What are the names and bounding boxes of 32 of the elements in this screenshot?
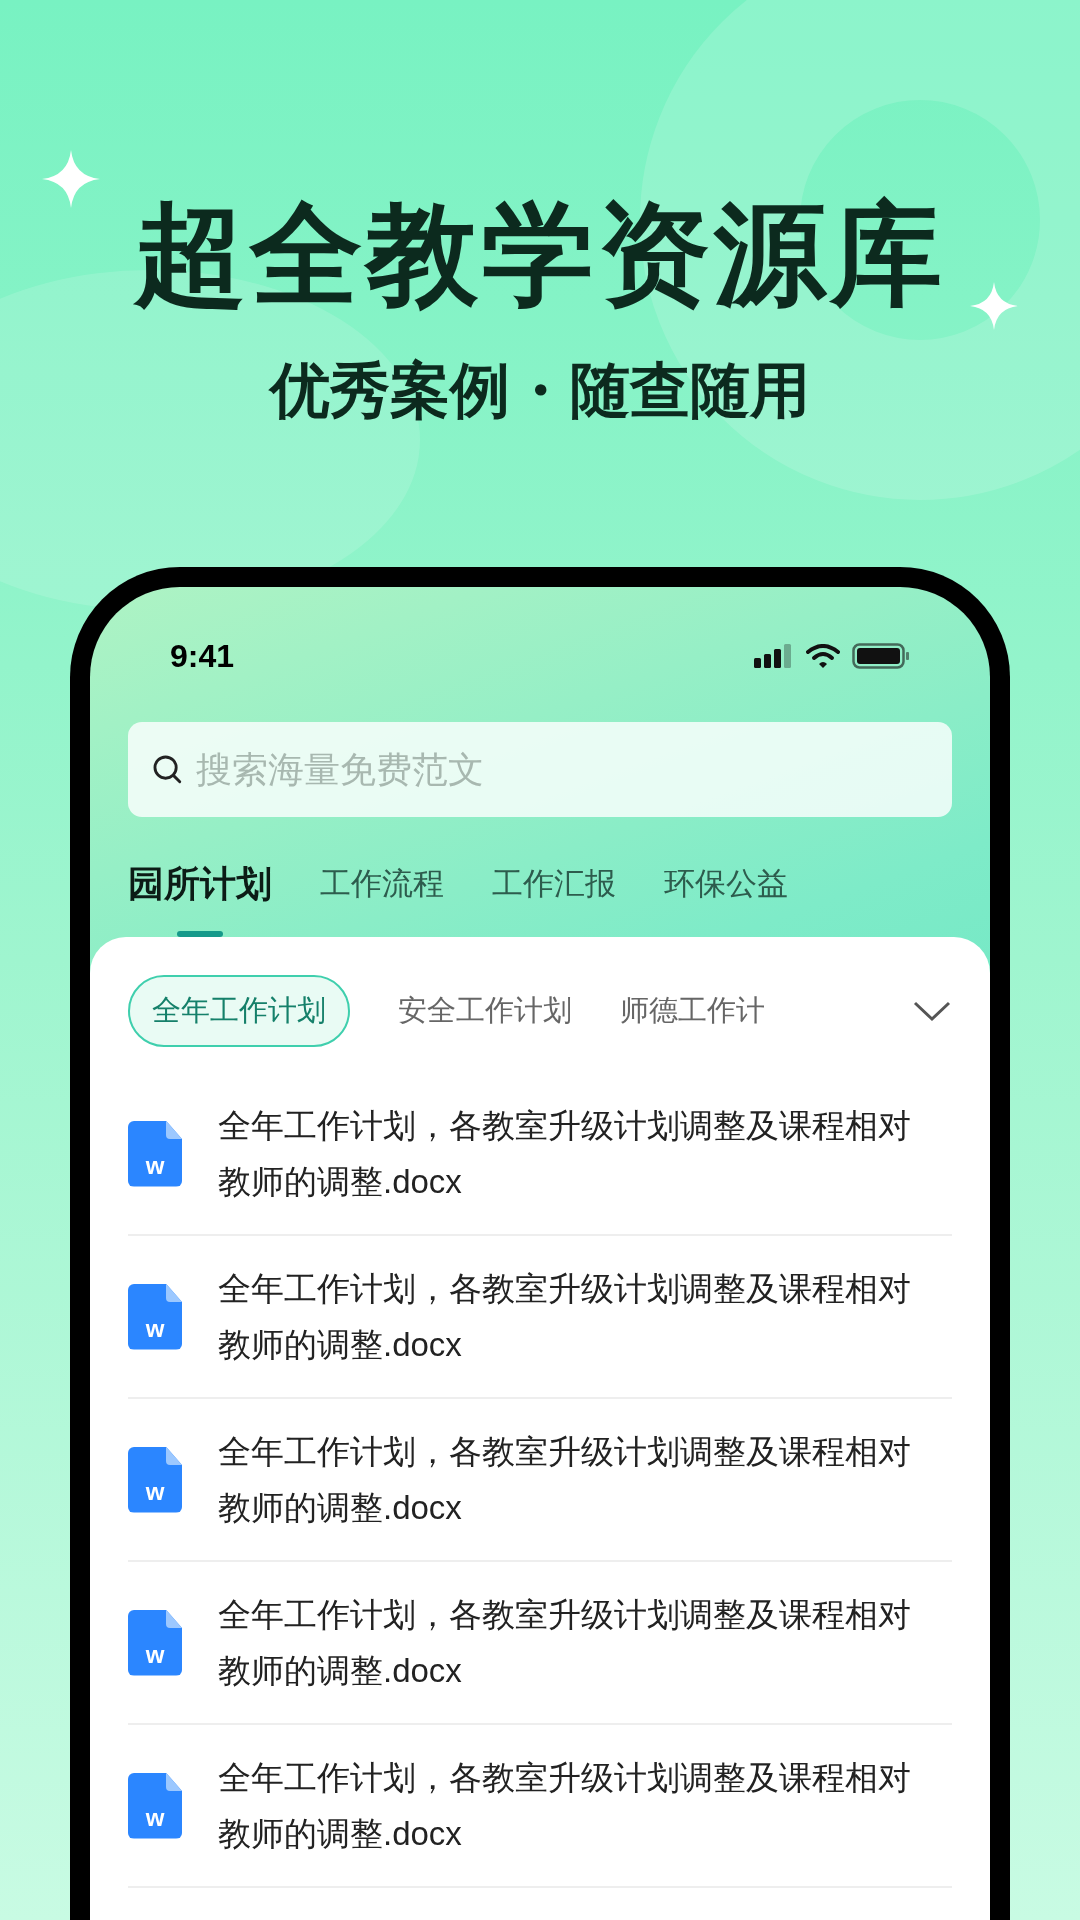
file-name: 全年工作计划，各教室升级计划调整及课程相对教师的调整.docx [218,1268,912,1365]
file-row[interactable]: w 全年工作计划，各教室升级计划调整及课程相对教师的调整.docx [128,1399,952,1562]
headline-title: 超全教学资源库 [134,191,946,319]
headline-subtitle: 优秀案例・随查随用 [270,356,810,426]
wifi-icon [806,644,840,668]
word-document-icon: w [128,1120,182,1187]
category-tab[interactable]: 园所计划 [128,857,272,937]
file-name: 全年工作计划，各教室升级计划调整及课程相对教师的调整.docx [218,1105,912,1202]
category-tab[interactable]: 工作汇报 [492,857,616,937]
file-row[interactable]: w 全年工作计划，各教室升级计划调整及课程相对教师的调整.docx [128,1073,952,1236]
filter-chip[interactable]: 全年工作计划 [128,975,350,1047]
chevron-down-icon[interactable] [912,999,952,1023]
file-name: 全年工作计划，各教室升级计划调整及课程相对教师的调整.docx [218,1431,912,1528]
sparkle-icon [970,282,1018,330]
battery-icon [852,643,910,669]
sparkle-icon [42,150,100,208]
category-tab[interactable]: 环保公益 [664,857,788,937]
word-document-icon: w [128,1609,182,1676]
status-time: 9:41 [170,637,235,676]
word-document-icon: w [128,1772,182,1839]
word-document-icon: w [128,1446,182,1513]
category-tab[interactable]: 工作流程 [320,857,444,937]
file-name: 全年工作计划，各教室升级计划调整及课程相对教师的调整.docx [218,1757,912,1854]
file-row[interactable]: w 全年工作计划，各教室升级计划调整及课程相对教师的调整.docx [128,1562,952,1725]
filter-chip[interactable]: 安全工作计划 [398,975,572,1047]
file-name: 全年工作计划，各教室升级计划调整及课程相对教师的调整.docx [218,1594,912,1691]
search-field[interactable]: 搜索海量免费范文 [128,722,952,817]
word-document-icon: w [128,1283,182,1350]
signal-icon [754,644,794,668]
filter-chip[interactable]: 师德工作计 [620,975,765,1047]
file-row[interactable]: w 全年工作计划，各教室升级计划调整及课程相对教师的调整.docx [128,1725,952,1888]
file-row[interactable]: w 全年工作计划，各教室升级计划调整及课程相对教师的调整.docx [128,1236,952,1399]
